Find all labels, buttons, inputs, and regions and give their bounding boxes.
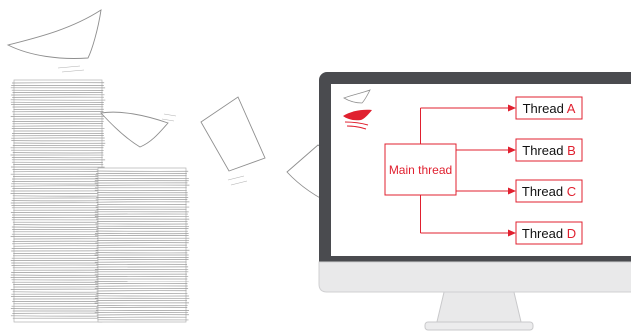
thread-b-prefix: Thread: [522, 143, 567, 158]
main-thread-label: Main thread: [389, 163, 452, 177]
thread-a-prefix: Thread: [523, 101, 567, 116]
monitor-stand-base: [424, 321, 534, 331]
monitor-chin: [318, 261, 631, 293]
illustration: Main thread Thread A Thread B Thread C T…: [0, 0, 631, 333]
svg-text:Thread A: Thread A: [523, 101, 576, 116]
main-thread-node: Main thread: [384, 143, 457, 196]
thread-c-prefix: Thread: [522, 184, 567, 199]
thread-b-letter: B: [567, 143, 576, 158]
thread-node-b: Thread B: [515, 138, 583, 162]
paper-stack-short: [94, 167, 190, 323]
flying-paper-1: [6, 9, 102, 73]
paper-stack-tall: [10, 79, 106, 323]
svg-text:Thread B: Thread B: [522, 143, 575, 158]
flying-paper-3: [200, 96, 266, 186]
svg-text:Thread C: Thread C: [522, 184, 576, 199]
thread-d-letter: D: [567, 226, 576, 241]
thread-d-prefix: Thread: [522, 226, 567, 241]
thread-c-letter: C: [567, 184, 576, 199]
thread-node-a: Thread A: [515, 96, 583, 120]
monitor-stand: [435, 287, 523, 327]
flying-paper-2: [100, 111, 177, 148]
thread-node-d: Thread D: [515, 221, 583, 245]
svg-text:Thread D: Thread D: [522, 226, 576, 241]
thread-a-letter: A: [567, 101, 576, 116]
monitor-screen: [331, 84, 631, 256]
illustration-canvas: Main thread Thread A Thread B Thread C T…: [6, 9, 631, 331]
thread-node-c: Thread C: [515, 179, 583, 203]
